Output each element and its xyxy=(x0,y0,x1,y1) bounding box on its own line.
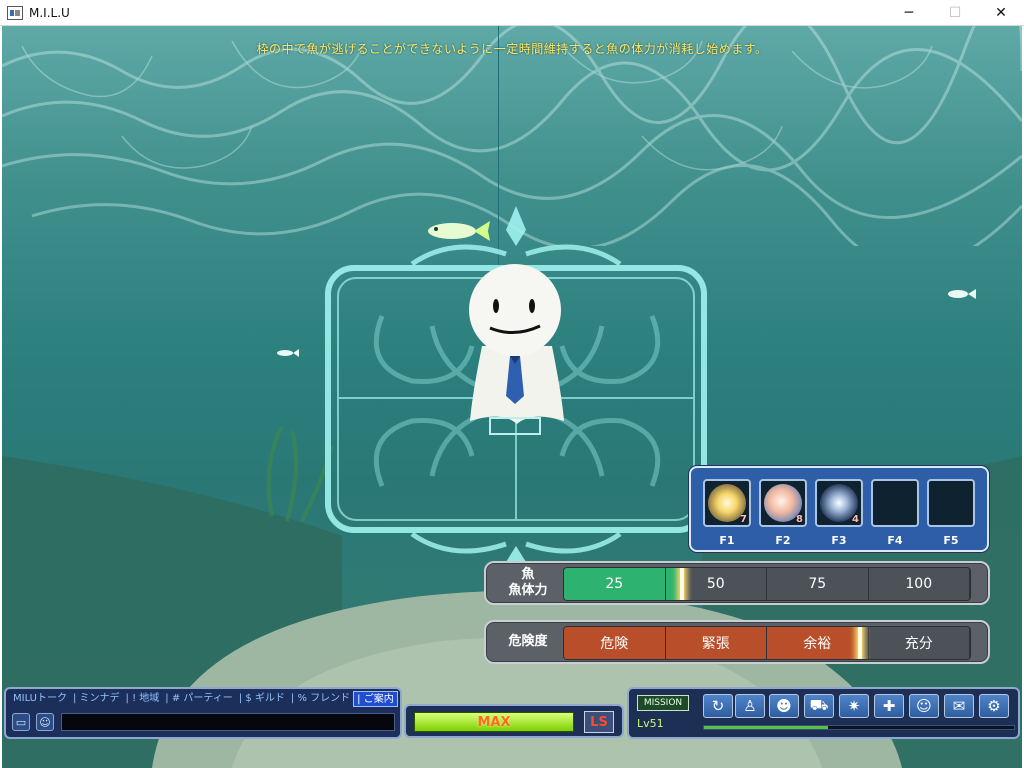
fish-hp-marker xyxy=(679,568,684,600)
window-titlebar: M.I.L.U ─ ☐ ✕ xyxy=(0,0,1024,26)
chat-input[interactable] xyxy=(61,713,395,731)
ls-button[interactable]: LS xyxy=(584,711,614,733)
danger-label: 危険度 xyxy=(492,622,564,662)
minimize-button[interactable]: ─ xyxy=(886,0,932,26)
effect-burst-button[interactable]: ✷ xyxy=(839,694,869,718)
skill-key-label: F3 xyxy=(831,534,847,547)
danger-track: 危険 緊張 余裕 充分 xyxy=(563,626,971,660)
party-button[interactable]: ☺ xyxy=(909,694,939,718)
skill-count: 7 xyxy=(740,514,747,525)
chat-panel: MILUトーク | ミンナデ | ! 地域 | # パーティー | $ ギルド | % フ… xyxy=(4,687,402,739)
fish-label: 魚 xyxy=(521,567,535,582)
fish-hp-segment: 100 xyxy=(869,568,970,600)
skill-key-label: F4 xyxy=(887,534,903,547)
chat-tabs: MILUトーク | ミンナデ | ! 地域 | # パーティー | $ ギルド | % フ… xyxy=(10,691,398,707)
chat-tab[interactable]: | % フレンド xyxy=(288,691,353,707)
danger-segment: 危険 xyxy=(564,627,666,659)
skill-hotbar: 7 F1 8 F2 4 F3 F4 F5 xyxy=(689,466,989,552)
settings-gear-icon: ⚙ xyxy=(987,697,1001,715)
fish-hp-label-text: 魚体力 xyxy=(508,583,548,598)
skill-key-label: F1 xyxy=(719,534,735,547)
add-friend-button[interactable]: ✚ xyxy=(874,694,904,718)
skill-slot-f4[interactable] xyxy=(871,479,919,527)
fish-hp-segment: 25 xyxy=(564,568,666,600)
settings-gear-button[interactable]: ⚙ xyxy=(979,694,1009,718)
skill-count: 4 xyxy=(852,514,859,525)
emoticon-icon[interactable]: ☺ xyxy=(36,713,54,731)
chat-tab[interactable]: | # パーティー xyxy=(162,691,236,707)
skill-key-label: F5 xyxy=(943,534,959,547)
fish xyxy=(277,349,299,357)
close-button[interactable]: ✕ xyxy=(978,0,1024,26)
skill-count: 8 xyxy=(796,514,803,525)
danger-marker xyxy=(858,627,863,659)
main-menu-bar: MISSION Lv51 ↻ ♙ ☻ ⛟ ✷ ✚ ☺ ✉ ⚙ xyxy=(627,687,1020,739)
character-icon: ♙ xyxy=(743,697,757,715)
chat-tab[interactable]: | ! 地域 xyxy=(123,691,163,707)
fish xyxy=(948,289,976,299)
chat-bubble-button[interactable]: ✉ xyxy=(944,694,974,718)
skill-slot-f3[interactable]: 4 xyxy=(815,479,863,527)
add-friend-icon: ✚ xyxy=(882,697,896,715)
chat-tab[interactable]: | $ ギルド xyxy=(236,691,288,707)
fish-hp-label: 魚 魚体力 xyxy=(492,563,564,603)
fish-hp-segment: 75 xyxy=(767,568,869,600)
danger-segment: 緊張 xyxy=(666,627,767,659)
vehicle-button[interactable]: ⛟ xyxy=(804,694,834,718)
fish-hp-track: 25 50 75 100 xyxy=(563,567,971,601)
danger-segment: 充分 xyxy=(869,627,970,659)
mission-button[interactable]: MISSION xyxy=(637,695,689,711)
teru-teru-bozu-lure xyxy=(469,264,564,435)
chat-bubble-icon: ✉ xyxy=(952,697,966,715)
skill-slot-f5[interactable] xyxy=(927,479,975,527)
chat-tab[interactable]: MILUトーク xyxy=(10,691,70,707)
fish-hp-gauge: 魚 魚体力 25 50 75 100 xyxy=(484,561,990,605)
experience-bar xyxy=(703,725,1015,730)
vehicle-icon: ⛟ xyxy=(809,696,829,714)
avatar-button[interactable]: ☻ xyxy=(769,694,799,718)
chat-window-icon[interactable]: ▭ xyxy=(12,713,30,731)
window-title: M.I.L.U xyxy=(29,5,70,20)
instruction-text: 枠の中で魚が逃げることができないように一定時間維持すると魚の体力が消耗し始めます… xyxy=(256,42,768,56)
character-button[interactable]: ♙ xyxy=(735,694,765,718)
avatar-icon: ☻ xyxy=(776,697,792,715)
danger-segment: 余裕 xyxy=(767,627,869,659)
max-gauge-panel: MAX LS xyxy=(404,704,624,738)
skill-key-label: F2 xyxy=(775,534,791,547)
experience-fill xyxy=(704,726,828,729)
window-controls: ─ ☐ ✕ xyxy=(886,0,1024,26)
chat-tab[interactable]: | ご案内 xyxy=(353,691,398,707)
maximize-button[interactable]: ☐ xyxy=(932,0,978,26)
player-level: Lv51 xyxy=(637,717,664,730)
party-icon: ☺ xyxy=(916,697,932,715)
skill-slot-f2[interactable]: 8 xyxy=(759,479,807,527)
max-gauge: MAX xyxy=(414,712,574,732)
skill-slot-f1[interactable]: 7 xyxy=(703,479,751,527)
chat-tab[interactable]: | ミンナデ xyxy=(70,691,123,707)
danger-label-text: 危険度 xyxy=(508,634,548,649)
effect-burst-icon: ✷ xyxy=(847,697,861,715)
app-icon xyxy=(7,5,23,20)
return-arrow-button[interactable]: ↻ xyxy=(703,694,733,718)
return-arrow-icon: ↻ xyxy=(711,697,725,715)
danger-gauge: 危険度 危険 緊張 余裕 充分 xyxy=(484,620,990,664)
